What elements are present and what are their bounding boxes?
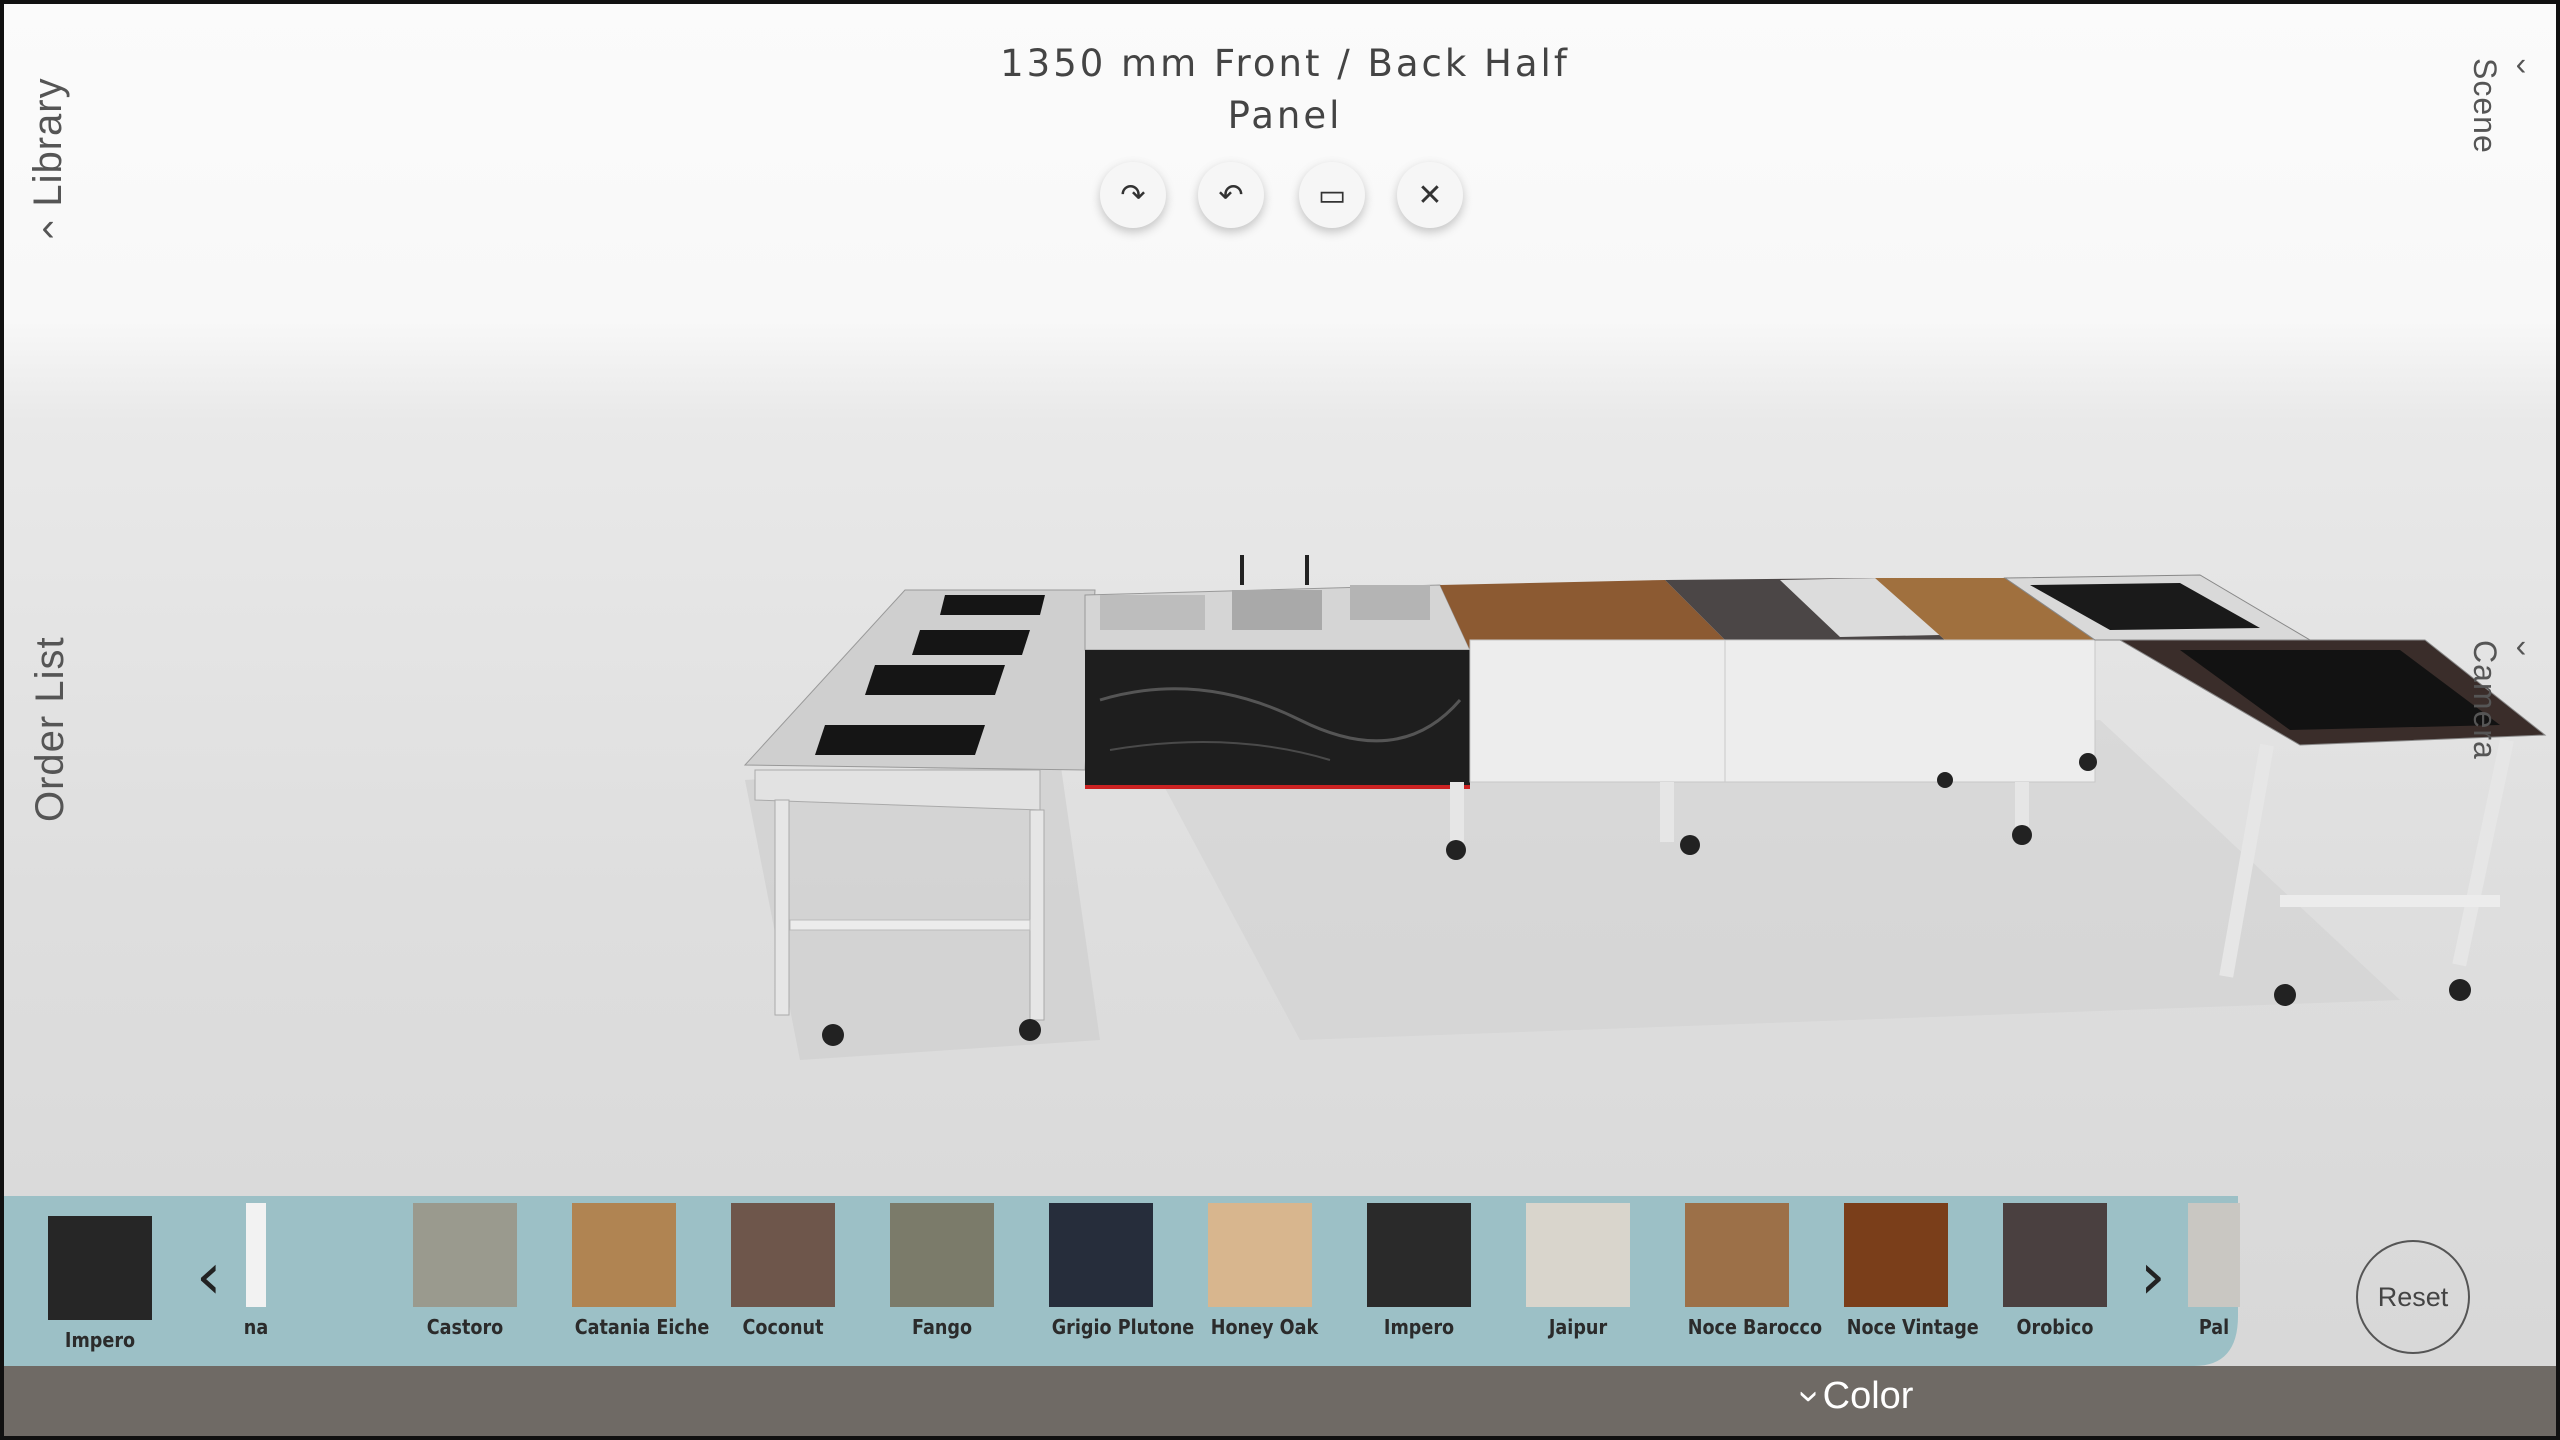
rotate-left-button[interactable]: ↶ [1198, 162, 1264, 228]
color-swatch-label: Impero [1383, 1315, 1455, 1339]
color-swatch-item[interactable]: Fango [886, 1203, 998, 1339]
ruler-icon: ▭ [1317, 178, 1347, 212]
close-button[interactable]: ✕ [1397, 162, 1463, 228]
order-list-tab[interactable]: Order List [28, 636, 73, 822]
color-swatch-label: Honey Oak [1210, 1315, 1319, 1339]
color-swatch-item[interactable]: Impero [1363, 1203, 1475, 1339]
color-swatch-label: Jaipur [1548, 1315, 1608, 1339]
color-swatch-item[interactable]: Honey Oak [1204, 1203, 1319, 1339]
color-swatch [1844, 1203, 1948, 1307]
color-swatch-item[interactable]: Noce Vintage [1840, 1203, 1979, 1339]
measure-button[interactable]: ▭ [1299, 162, 1365, 228]
reset-label: Reset [2377, 1281, 2449, 1312]
selected-color: Impero [44, 1216, 156, 1352]
color-swatch-item[interactable]: na [200, 1203, 312, 1339]
library-label: Library [26, 77, 70, 207]
chevron-left-icon: ‹ [41, 205, 56, 250]
color-swatch-item[interactable]: Catania Eiche [568, 1203, 710, 1339]
rotate-left-icon: ↶ [1218, 178, 1244, 212]
color-swatch-item[interactable]: Grigio Plutone [1045, 1203, 1195, 1339]
color-swatch [1526, 1203, 1630, 1307]
color-swatch [1049, 1203, 1153, 1307]
color-swatch [1685, 1203, 1789, 1307]
scene-label: Scene [2467, 58, 2503, 154]
color-swatch [731, 1203, 835, 1307]
chevron-left-icon: ‹ [2515, 627, 2528, 664]
camera-label: Camera [2467, 640, 2503, 760]
order-list-label: Order List [28, 636, 72, 822]
color-swatch-item[interactable]: Coconut [727, 1203, 839, 1339]
camera-tab[interactable]: ‹ Camera [2466, 627, 2540, 760]
rotate-right-icon: ↷ [1120, 178, 1146, 212]
close-icon: ✕ [1417, 178, 1443, 212]
reset-button[interactable]: Reset [2356, 1240, 2470, 1354]
color-swatch [2188, 1203, 2240, 1307]
color-swatch [413, 1203, 517, 1307]
color-swatch-label: Noce Vintage [1846, 1315, 1979, 1339]
color-swatch-label: Orobico [2016, 1315, 2094, 1339]
color-swatch [1208, 1203, 1312, 1307]
color-swatch [2003, 1203, 2107, 1307]
color-swatch [246, 1203, 266, 1307]
scene-tab[interactable]: ‹ Scene [2466, 45, 2540, 154]
selected-color-label: Impero [64, 1328, 136, 1352]
color-swatch-item[interactable]: Jaipur [1522, 1203, 1634, 1339]
color-toggle-label: Color [1822, 1375, 1914, 1417]
color-swatch [890, 1203, 994, 1307]
color-swatch-label: Grigio Plutone [1051, 1315, 1195, 1339]
color-swatch-label: na [243, 1315, 269, 1339]
color-toggle[interactable]: ‹Color [1785, 1375, 1914, 1418]
color-swatch-item[interactable]: Castoro [409, 1203, 521, 1339]
color-swatch [572, 1203, 676, 1307]
color-swatch-label: Castoro [426, 1315, 504, 1339]
color-swatch-label: Coconut [742, 1315, 824, 1339]
color-swatch-item[interactable]: Pal [2158, 1203, 2270, 1339]
library-tab[interactable]: ‹Library [26, 77, 71, 249]
color-swatch [1367, 1203, 1471, 1307]
chevron-left-icon: ‹ [2515, 45, 2528, 82]
color-swatch-item[interactable]: Orobico [1999, 1203, 2111, 1339]
color-drawer-bar[interactable] [4, 1366, 2556, 1440]
color-swatch-item[interactable]: Noce Barocco [1681, 1203, 1823, 1339]
rotate-right-button[interactable]: ↷ [1100, 162, 1166, 228]
color-swatch-label: Noce Barocco [1687, 1315, 1823, 1339]
color-swatch-label: Catania Eiche [574, 1315, 710, 1339]
selected-item-title: 1350 mm Front / Back Half Panel [1000, 42, 1570, 137]
chevron-down-icon: ‹ [1784, 1390, 1827, 1403]
color-swatch-label: Fango [911, 1315, 973, 1339]
selected-color-swatch [48, 1216, 152, 1320]
color-swatch-label: Pal [2198, 1315, 2230, 1339]
